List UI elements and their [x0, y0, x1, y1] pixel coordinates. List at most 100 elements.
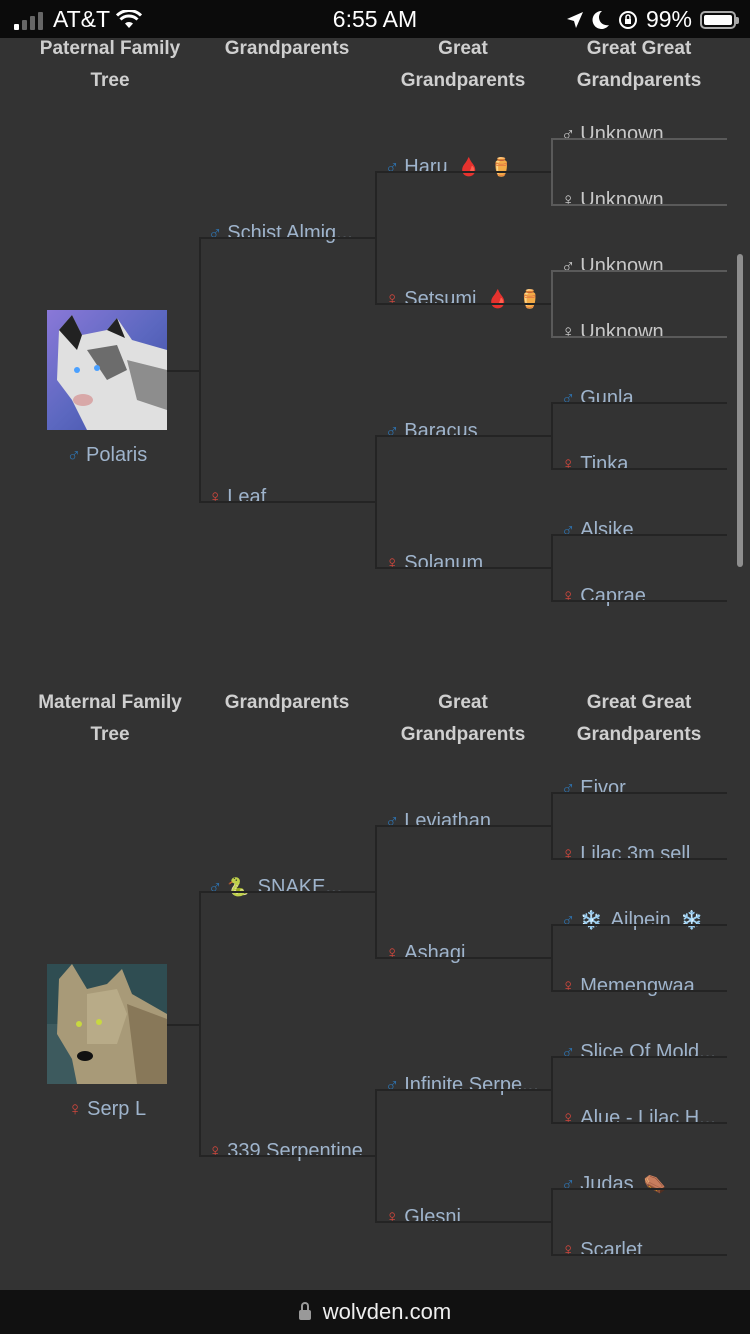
urn-icon: ⚱️ — [518, 289, 542, 309]
wolf-name: Polaris — [86, 444, 148, 466]
tree-connector-line — [552, 1056, 727, 1058]
wolf-name: Ailpein — [610, 909, 671, 931]
column-header: Paternal Family Tree — [39, 38, 181, 91]
wolf-link-great-grandparents[interactable]: ♀ Glesni — [385, 1204, 461, 1231]
tree-connector-line — [552, 1254, 727, 1256]
snowflake-icon: ❄️ — [580, 910, 603, 930]
wolf-link-great-great-grandparents[interactable]: ♂ Judas ⚰️ — [561, 1171, 666, 1198]
wolf-link-subject[interactable]: ♀ Serp L — [68, 1096, 146, 1123]
scrollbar[interactable] — [737, 254, 743, 567]
wolf-link-great-great-grandparents[interactable]: ♀ Scarlet — [561, 1237, 643, 1264]
female-symbol-icon: ♀ — [561, 454, 576, 475]
wolf-link-great-great-grandparents[interactable]: ♂ Unknown — [561, 121, 664, 148]
tree-connector-line — [375, 435, 377, 569]
tree-connector-line — [552, 204, 727, 206]
wolf-name: Unknown — [580, 123, 664, 145]
wolf-name: Alue - Lilac H... — [580, 1107, 716, 1129]
tree-connector-line — [376, 1221, 552, 1223]
wolf-link-subject[interactable]: ♂ Polaris — [67, 442, 147, 469]
wolf-name: Tinka — [580, 453, 629, 475]
wolf-link-great-grandparents[interactable]: ♂ Leviathan — [385, 808, 491, 835]
coffin-icon: ⚰️ — [643, 1174, 667, 1194]
female-symbol-icon: ♀ — [385, 1207, 400, 1228]
tree-connector-line — [376, 825, 552, 827]
wolf-name: Lilac 3m sell — [580, 843, 691, 865]
female-symbol-icon: ♀ — [561, 1108, 576, 1129]
blood-drop-icon: 🩸 — [457, 157, 481, 177]
wolf-name: Slice Of Mold... — [580, 1041, 716, 1063]
wolf-name: Unknown — [580, 189, 664, 211]
wolf-name: 339 Serpentine — [227, 1140, 363, 1162]
tree-connector-line — [552, 138, 727, 140]
female-symbol-icon: ♀ — [561, 976, 576, 997]
wolf-link-grandparents[interactable]: ♂ 🐍 SNAKE... — [208, 874, 342, 901]
wolf-name: Eivor — [580, 777, 626, 799]
tree-connector-line — [551, 792, 553, 860]
female-symbol-icon: ♀ — [385, 943, 400, 964]
wolf-link-great-great-grandparents[interactable]: ♂ Slice Of Mold... — [561, 1039, 716, 1066]
column-header: Grandparents — [224, 692, 350, 713]
tree-connector-line — [199, 237, 201, 503]
tree-connector-line — [376, 435, 552, 437]
female-symbol-icon: ♀ — [67, 1099, 83, 1120]
tree-connector-line — [551, 270, 553, 338]
tree-connector-line — [551, 924, 553, 992]
female-symbol-icon: ♀ — [208, 487, 223, 508]
wolf-link-great-grandparents[interactable]: ♂ Infinite Serpe... — [385, 1072, 539, 1099]
lock-icon — [298, 1302, 311, 1320]
wolf-link-great-grandparents[interactable]: ♂ Baracus — [385, 418, 478, 445]
wolf-link-grandparents[interactable]: ♂ Schist Almig... — [208, 220, 353, 247]
tree-connector-line — [552, 600, 727, 602]
column-header: Great Grandparents — [400, 692, 526, 745]
wolf-link-great-great-grandparents[interactable]: ♂ ❄️ Ailpein ❄️ — [561, 907, 703, 934]
tree-connector-line — [552, 858, 727, 860]
male-symbol-icon: ♂ — [385, 1075, 400, 1096]
column-header: Great Grandparents — [400, 38, 526, 91]
url-bar[interactable]: wolvden.com — [0, 1290, 750, 1334]
male-symbol-icon: ♂ — [561, 1174, 576, 1195]
wolf-link-great-great-grandparents[interactable]: ♀ Unknown — [561, 187, 664, 214]
tree-connector-line — [376, 957, 552, 959]
wolf-avatar[interactable] — [47, 964, 167, 1084]
wolf-link-great-grandparents[interactable]: ♀ Setsumi 🩸 ⚱️ — [385, 286, 541, 313]
female-symbol-icon: ♀ — [561, 586, 576, 607]
male-symbol-icon: ♂ — [66, 445, 82, 466]
wolf-link-great-great-grandparents[interactable]: ♀ Alue - Lilac H... — [561, 1105, 716, 1132]
wolf-link-great-great-grandparents[interactable]: ♂ Alsike — [561, 517, 634, 544]
wolf-name: Leviathan — [404, 810, 491, 832]
tree-connector-line — [551, 534, 553, 602]
tree-connector-line — [200, 1155, 376, 1157]
wolf-name: Judas — [580, 1173, 634, 1195]
wolf-link-great-great-grandparents[interactable]: ♀ Lilac 3m sell — [561, 841, 690, 868]
tree-connector-line — [167, 370, 200, 372]
wolf-name: SNAKE... — [257, 876, 343, 898]
wolf-link-great-great-grandparents[interactable]: ♂ Unknown — [561, 253, 664, 280]
male-symbol-icon: ♂ — [561, 778, 576, 799]
female-symbol-icon: ♀ — [561, 844, 576, 865]
wolf-link-great-great-grandparents[interactable]: ♀ Tinka — [561, 451, 628, 478]
snake-icon: 🐍 — [227, 877, 250, 897]
wolf-link-great-grandparents[interactable]: ♀ Ashagi — [385, 940, 465, 967]
wolf-link-great-great-grandparents[interactable]: ♀ Caprae — [561, 583, 646, 610]
wolf-name: Gunla — [580, 387, 634, 409]
column-header: Great Great Grandparents — [576, 692, 702, 745]
wolf-name: Caprae — [580, 585, 646, 607]
moon-icon — [592, 10, 609, 29]
wolf-avatar[interactable] — [47, 310, 167, 430]
column-header: Grandparents — [224, 38, 350, 59]
column-header: Maternal Family Tree — [38, 692, 182, 745]
wolf-link-grandparents[interactable]: ♀ 339 Serpentine — [208, 1138, 363, 1165]
column-header: Great Great Grandparents — [576, 38, 702, 91]
wolf-link-great-great-grandparents[interactable]: ♂ Gunla — [561, 385, 634, 412]
tree-connector-line — [552, 1188, 727, 1190]
male-symbol-icon: ♂ — [385, 811, 400, 832]
tree-connector-line — [200, 891, 376, 893]
wolf-link-great-great-grandparents[interactable]: ♀ Memengwaa — [561, 973, 695, 1000]
wolf-name: Scarlet — [580, 1239, 643, 1261]
wolf-link-grandparents[interactable]: ♀ Leaf — [208, 484, 266, 511]
wolf-link-great-great-grandparents[interactable]: ♀ Unknown — [561, 319, 664, 346]
tree-connector-line — [167, 1024, 200, 1026]
wolf-link-great-grandparents[interactable]: ♂ Haru 🩸 ⚱️ — [385, 154, 512, 181]
wolf-link-great-great-grandparents[interactable]: ♂ Eivor — [561, 775, 626, 802]
wolf-link-great-grandparents[interactable]: ♀ Solanum — [385, 550, 483, 577]
